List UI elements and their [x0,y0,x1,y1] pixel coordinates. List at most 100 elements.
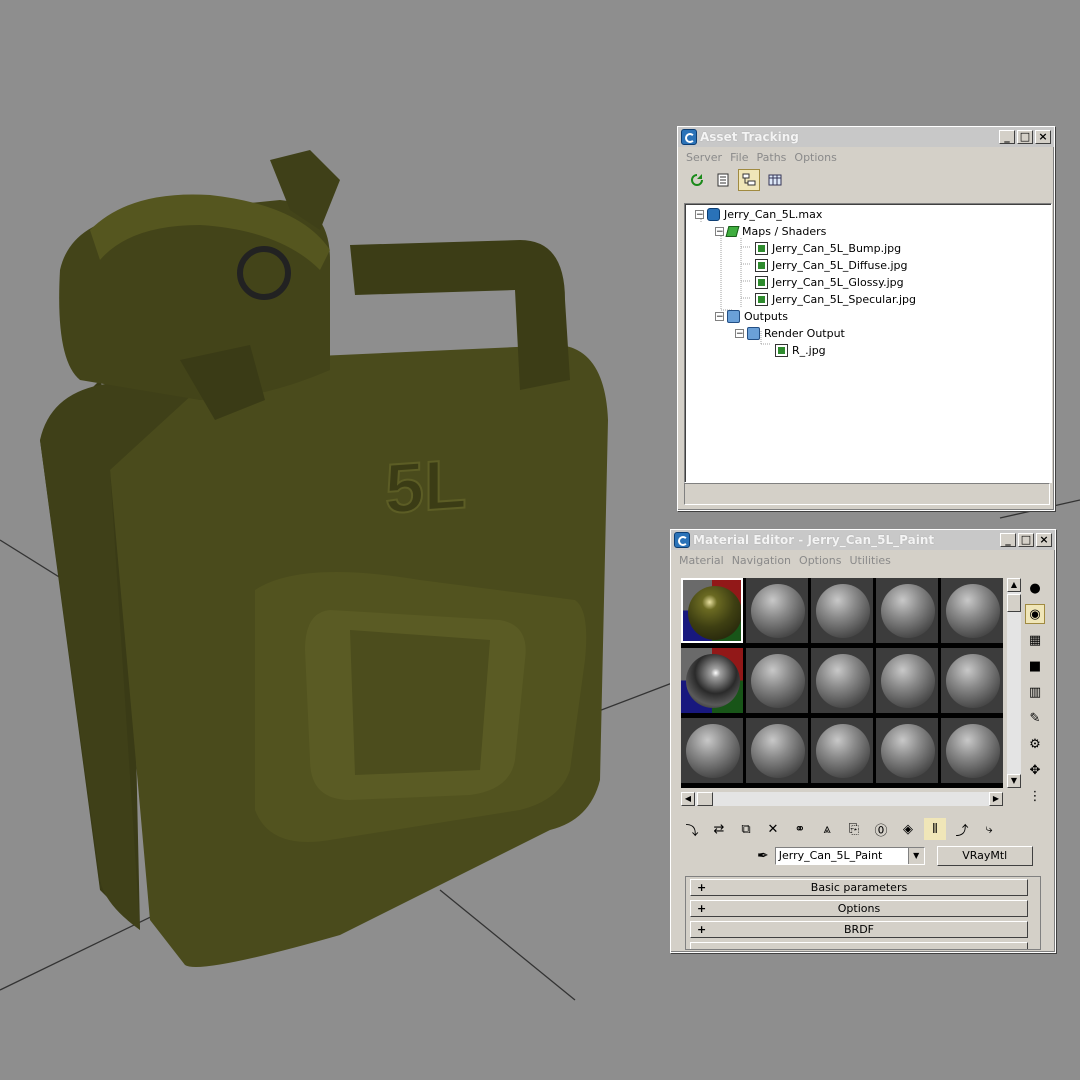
put-to-library-icon[interactable]: ⎘ [843,818,865,840]
minimize-button[interactable]: _ [999,130,1015,144]
asset-tree[interactable]: − Jerry_Can_5L.max − Maps / Shaders Jerry_… [684,203,1052,483]
sample-slot[interactable] [681,718,743,783]
menu-material[interactable]: Material [679,554,724,567]
maximize-button[interactable]: □ [1017,130,1033,144]
refresh-icon[interactable] [686,169,708,191]
scroll-up-icon[interactable]: ▲ [1007,578,1021,592]
show-end-result-icon[interactable]: ⫴ [924,818,946,840]
tree-node-max-file[interactable]: − Jerry_Can_5L.max [695,206,822,222]
image-file-icon [755,275,768,289]
sample-slot-paint[interactable] [681,578,743,643]
window-title: Material Editor - Jerry_Can_5L_Paint [693,533,935,547]
sample-slot[interactable] [746,648,808,713]
tree-node-specular-map[interactable]: Jerry_Can_5L_Specular.jpg [755,291,916,307]
make-copy-icon[interactable]: ⚭ [789,818,811,840]
rollout-options[interactable]: + Options [690,900,1028,917]
reset-map-icon[interactable]: ✕ [762,818,784,840]
go-to-parent-icon[interactable]: ⤴ [951,818,973,840]
collapse-toggle[interactable]: − [715,311,724,321]
asset-tracking-window[interactable]: Asset Tracking _ □ × Server File Paths O… [677,126,1055,511]
table-view-icon[interactable] [764,169,786,191]
sample-slot[interactable] [811,578,873,643]
expand-icon: + [697,923,707,936]
scroll-down-icon[interactable]: ▼ [1007,774,1021,788]
material-editor-window[interactable]: Material Editor - Jerry_Can_5L_Paint _ □… [670,529,1056,953]
uv-tiling-icon[interactable]: ■ [1025,656,1045,676]
image-file-icon [755,258,768,272]
collapse-toggle[interactable]: − [715,226,724,236]
rollout-basic-parameters[interactable]: + Basic parameters [690,879,1028,896]
sample-slot[interactable] [746,578,808,643]
background-checker-icon[interactable]: ▦ [1025,630,1045,650]
sample-slot[interactable] [876,648,938,713]
material-effects-channel-icon[interactable]: ⓪ [870,818,892,840]
backlight-icon[interactable]: ◉ [1025,604,1045,624]
go-forward-to-sibling-icon[interactable]: ⤷ [978,818,1000,840]
make-unique-icon[interactable]: ⩓ [816,818,838,840]
tree-node-render-file[interactable]: R_.jpg [775,342,826,358]
make-preview-icon[interactable]: ✎ [1025,708,1045,728]
tree-node-outputs[interactable]: − Outputs [715,308,788,324]
material-editor-menubar: Material Navigation Options Utilities [671,550,1055,570]
collapse-toggle[interactable]: − [695,209,704,219]
3dsmax-app-icon [674,532,690,548]
list-icon[interactable] [712,169,734,191]
slots-horizontal-scrollbar[interactable]: ◀ ▶ [681,792,1003,806]
scroll-right-icon[interactable]: ▶ [989,792,1003,806]
assign-to-selection-icon[interactable]: ⧉ [735,818,757,840]
select-by-material-icon[interactable]: ✥ [1025,760,1045,780]
menu-options[interactable]: Options [794,151,836,164]
tree-view-icon[interactable] [738,169,760,191]
sample-slot-chrome[interactable] [681,648,743,713]
tree-node-glossy-map[interactable]: Jerry_Can_5L_Glossy.jpg [755,274,904,290]
menu-navigation[interactable]: Navigation [732,554,791,567]
material-name-field[interactable]: Jerry_Can_5L_Paint ▼ [774,847,925,865]
close-button[interactable]: × [1036,533,1052,547]
rollout-brdf[interactable]: + BRDF [690,921,1028,938]
sample-slot[interactable] [941,718,1003,783]
menu-file[interactable]: File [730,151,748,164]
scroll-thumb[interactable] [697,792,713,806]
sample-slot[interactable] [941,578,1003,643]
put-to-scene-icon[interactable]: ⇄ [708,818,730,840]
tree-node-bump-map[interactable]: Jerry_Can_5L_Bump.jpg [755,240,901,256]
collapse-toggle[interactable]: − [735,328,744,338]
tree-node-render-output[interactable]: − Render Output [735,325,845,341]
get-material-icon[interactable]: ⤵ [681,818,703,840]
minimize-button[interactable]: _ [1000,533,1016,547]
render-output-icon [747,326,760,340]
menu-paths[interactable]: Paths [757,151,787,164]
show-map-in-viewport-icon[interactable]: ◈ [897,818,919,840]
3dsmax-app-icon [681,129,697,145]
scroll-left-icon[interactable]: ◀ [681,792,695,806]
options-icon[interactable]: ⚙ [1025,734,1045,754]
rollout-partial[interactable] [690,942,1028,949]
sample-slot[interactable] [811,648,873,713]
tree-node-diffuse-map[interactable]: Jerry_Can_5L_Diffuse.jpg [755,257,908,273]
sample-slot[interactable] [746,718,808,783]
asset-tracking-titlebar[interactable]: Asset Tracking _ □ × [678,127,1054,147]
pick-material-from-object-icon[interactable]: ✒ [757,848,769,864]
material-map-navigator-icon[interactable]: ⋮ [1025,786,1045,806]
maximize-button[interactable]: □ [1018,533,1034,547]
menu-options[interactable]: Options [799,554,841,567]
chevron-down-icon[interactable]: ▼ [907,848,924,864]
sample-slot[interactable] [941,648,1003,713]
material-preview-sphere [688,586,741,640]
sample-slot[interactable] [811,718,873,783]
asset-tracking-statusbar [684,483,1050,505]
video-color-check-icon[interactable]: ▥ [1025,682,1045,702]
material-editor-titlebar[interactable]: Material Editor - Jerry_Can_5L_Paint _ □… [671,530,1055,550]
max-file-icon [707,207,720,221]
tree-node-maps-shaders[interactable]: − Maps / Shaders [715,223,826,239]
menu-utilities[interactable]: Utilities [849,554,890,567]
close-button[interactable]: × [1035,130,1051,144]
material-type-button[interactable]: VRayMtl [936,846,1033,866]
menu-server[interactable]: Server [686,151,722,164]
sample-slot[interactable] [876,718,938,783]
sample-type-icon[interactable]: ● [1025,578,1045,598]
scroll-thumb[interactable] [1007,594,1021,612]
slots-vertical-scrollbar[interactable]: ▲ ▼ [1007,578,1021,788]
sample-slot[interactable] [876,578,938,643]
maps-folder-icon [725,225,740,237]
